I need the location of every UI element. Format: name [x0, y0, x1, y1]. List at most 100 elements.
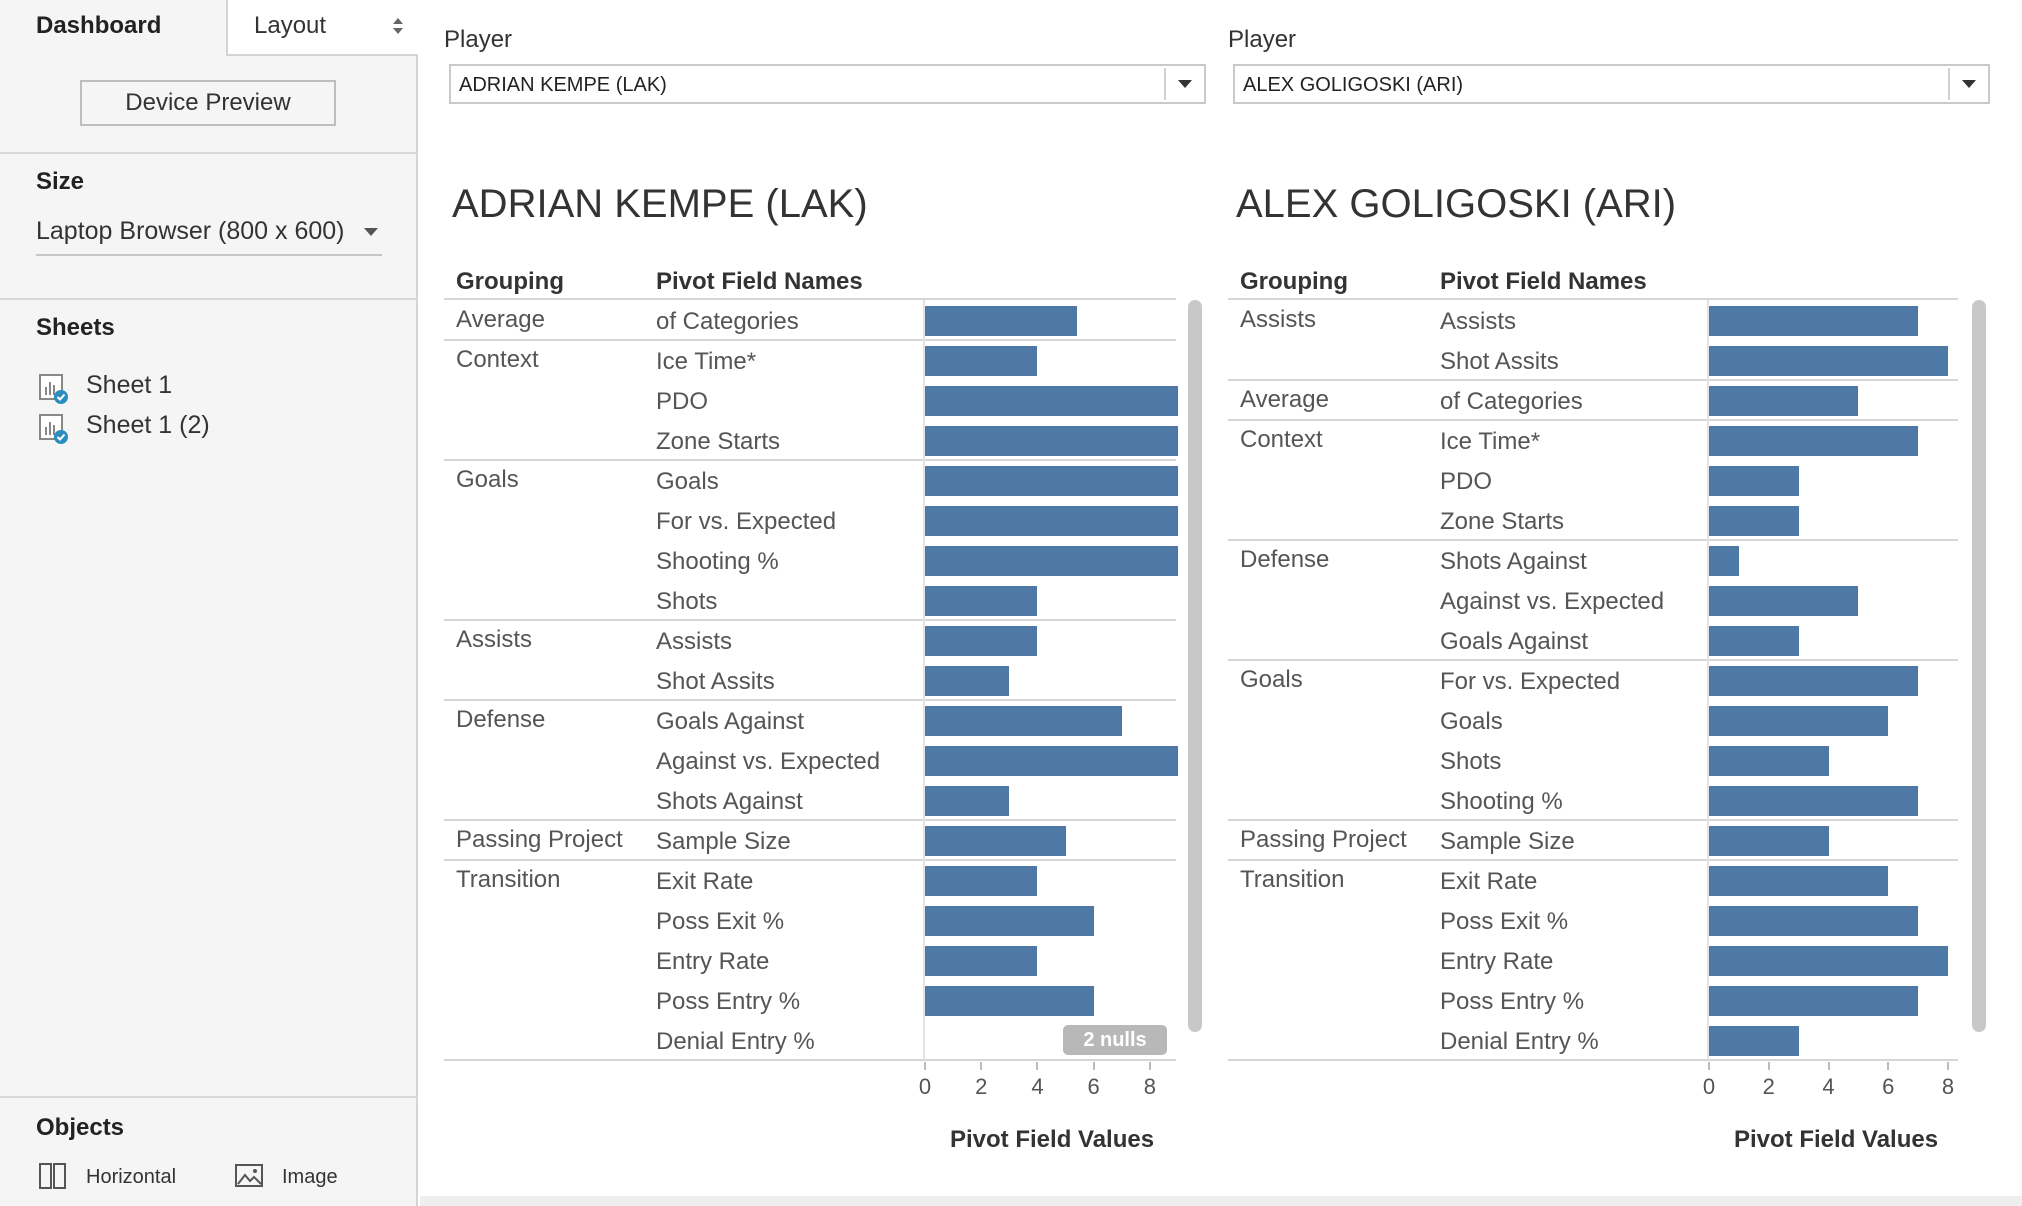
- bar[interactable]: [1709, 786, 1919, 816]
- bar[interactable]: [925, 946, 1038, 976]
- bar[interactable]: [1709, 746, 1829, 776]
- bar[interactable]: [1709, 506, 1799, 536]
- x-axis-tickmark: [1148, 1062, 1151, 1070]
- player-filter-dropdown-left[interactable]: ADRIAN KEMPE (LAK): [449, 64, 1206, 104]
- pivot-field-name-label: Against vs. Expected: [656, 748, 881, 775]
- player-filter-label: Player: [444, 26, 513, 53]
- pivot-field-name-label: PDO: [656, 388, 709, 415]
- pivot-field-name-label: of Categories: [656, 308, 799, 335]
- vertical-scrollbar-right[interactable]: [1972, 300, 1986, 1032]
- pivot-field-name-label: Shots Against: [1440, 548, 1587, 575]
- bar[interactable]: [925, 426, 1178, 456]
- pivot-field-name-label: Entry Rate: [656, 948, 770, 975]
- tab-dashboard[interactable]: Dashboard: [0, 0, 226, 56]
- bar[interactable]: [1709, 426, 1919, 456]
- grouping-label: Passing Project: [456, 826, 623, 853]
- bar[interactable]: [925, 306, 1077, 336]
- bar[interactable]: [925, 706, 1122, 736]
- group-divider: [1228, 819, 1958, 821]
- bar[interactable]: [925, 786, 1010, 816]
- bar[interactable]: [925, 586, 1038, 616]
- objects-section-title: Objects: [36, 1114, 125, 1141]
- bar[interactable]: [925, 466, 1178, 496]
- bar[interactable]: [1709, 906, 1919, 936]
- bar[interactable]: [1709, 826, 1829, 856]
- bar[interactable]: [925, 826, 1066, 856]
- bar[interactable]: [1709, 306, 1919, 336]
- grouping-label: Goals: [456, 466, 519, 493]
- column-header-pivot-field-names: Pivot Field Names: [1440, 268, 1647, 295]
- x-axis-tick-label: 0: [1702, 1074, 1716, 1099]
- x-axis-title-right: Pivot Field Values: [1734, 1126, 1939, 1153]
- bar[interactable]: [1709, 466, 1799, 496]
- grouping-label: Assists: [1240, 306, 1317, 333]
- group-divider: [444, 859, 1176, 861]
- group-divider: [444, 1059, 1176, 1061]
- pivot-field-name-label: Poss Exit %: [1440, 908, 1569, 935]
- bar[interactable]: [925, 626, 1038, 656]
- player-filter-dropdown-right[interactable]: ALEX GOLIGOSKI (ARI): [1233, 64, 1990, 104]
- grouping-label: Transition: [1240, 866, 1345, 893]
- sheet-item-label: Sheet 1: [86, 371, 173, 399]
- canvas-scroll-edge: [420, 1196, 2022, 1206]
- bar[interactable]: [1709, 586, 1859, 616]
- bar[interactable]: [1709, 546, 1739, 576]
- bar[interactable]: [925, 986, 1094, 1016]
- bar[interactable]: [1709, 866, 1889, 896]
- x-axis-tickmark: [1947, 1062, 1950, 1070]
- sheets-section-title: Sheets: [36, 314, 115, 341]
- bar[interactable]: [925, 666, 1010, 696]
- chevron-down-icon: [1178, 80, 1192, 88]
- pivot-field-name-label: For vs. Expected: [656, 508, 837, 535]
- device-preview-button[interactable]: Device Preview: [80, 80, 336, 126]
- pivot-field-name-label: Poss Exit %: [656, 908, 785, 935]
- bar[interactable]: [1709, 1026, 1799, 1056]
- x-axis-tick-label: 6: [1087, 1074, 1100, 1099]
- x-axis-tickmark: [980, 1062, 983, 1070]
- pivot-field-name-label: Shot Assits: [656, 668, 775, 695]
- pivot-field-name-label: Assists: [1440, 308, 1517, 335]
- pivot-field-name-label: Ice Time*: [656, 348, 757, 375]
- pivot-field-name-label: Zone Starts: [656, 428, 781, 455]
- pivot-field-name-label: Shooting %: [656, 548, 779, 575]
- sheet-title-left: ADRIAN KEMPE (LAK): [452, 182, 868, 226]
- sidebar-divider: [0, 1096, 418, 1098]
- vertical-scrollbar-left[interactable]: [1188, 300, 1202, 1032]
- chevron-down-icon: [1962, 80, 1976, 88]
- bar[interactable]: [1709, 666, 1919, 696]
- bar[interactable]: [1709, 626, 1799, 656]
- bar[interactable]: [925, 906, 1094, 936]
- x-axis-tick-label: 4: [1031, 1074, 1044, 1099]
- size-dropdown-value: Laptop Browser (800 x 600): [36, 217, 345, 245]
- tab-layout[interactable]: Layout: [226, 0, 418, 56]
- sheet-used-icon: [39, 414, 68, 444]
- pivot-field-name-label: Poss Entry %: [656, 988, 801, 1015]
- bar[interactable]: [1709, 346, 1949, 376]
- player-filter-label: Player: [1228, 26, 1297, 53]
- sheet-item-label: Sheet 1 (2): [86, 411, 210, 439]
- bar[interactable]: [1709, 386, 1859, 416]
- bar[interactable]: [925, 746, 1178, 776]
- x-axis-tickmark: [924, 1062, 926, 1070]
- tab-layout-label: Layout: [254, 12, 327, 39]
- group-divider: [444, 619, 1176, 621]
- up-down-arrows-icon: [393, 18, 403, 34]
- bar[interactable]: [1709, 946, 1949, 976]
- size-dropdown[interactable]: Laptop Browser (800 x 600): [36, 214, 382, 256]
- grouping-label: Assists: [456, 626, 533, 653]
- chevron-down-icon: [364, 228, 378, 236]
- grouping-label: Context: [456, 346, 539, 373]
- bar[interactable]: [1709, 706, 1889, 736]
- bar[interactable]: [925, 386, 1178, 416]
- pivot-field-name-label: Goals: [1440, 708, 1503, 735]
- group-divider: [1228, 419, 1958, 421]
- object-label: Horizontal: [86, 1166, 177, 1188]
- bar[interactable]: [925, 546, 1178, 576]
- bar[interactable]: [1709, 986, 1919, 1016]
- nulls-indicator[interactable]: 2 nulls: [1063, 1025, 1167, 1055]
- bar[interactable]: [925, 866, 1038, 896]
- bar[interactable]: [925, 506, 1178, 536]
- pivot-field-name-label: Poss Entry %: [1440, 988, 1585, 1015]
- player-filter-value: ADRIAN KEMPE (LAK): [459, 74, 667, 96]
- bar[interactable]: [925, 346, 1038, 376]
